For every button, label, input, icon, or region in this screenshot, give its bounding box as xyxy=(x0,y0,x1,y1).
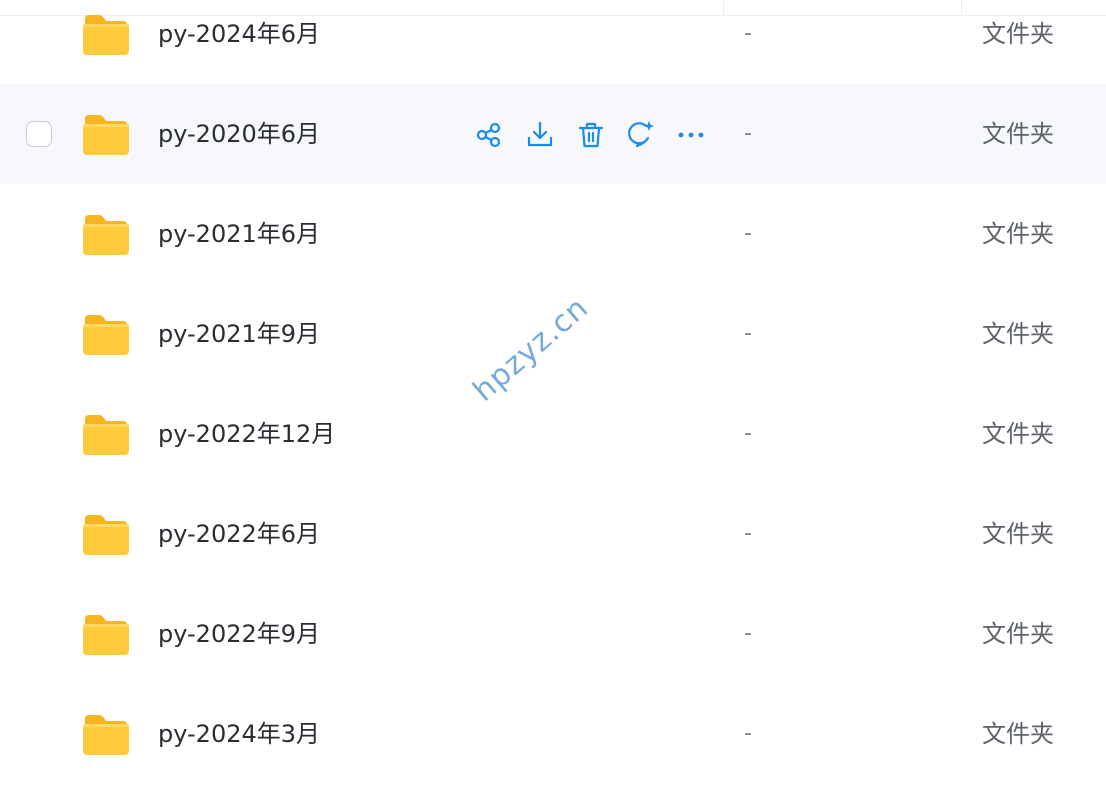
file-size: - xyxy=(744,321,752,346)
file-list: py-2024年6月 - 文件夹 py-2020年6月 - 文件夹 py-202… xyxy=(0,0,1106,784)
file-name[interactable]: py-2021年6月 xyxy=(158,184,320,284)
file-size: - xyxy=(744,21,752,46)
file-type: 文件夹 xyxy=(982,720,1054,748)
file-row[interactable]: py-2021年6月 - 文件夹 xyxy=(0,184,1106,284)
file-type: 文件夹 xyxy=(982,20,1054,48)
folder-icon xyxy=(82,414,130,456)
folder-icon xyxy=(82,714,130,756)
file-name[interactable]: py-2021年9月 xyxy=(158,284,320,384)
delete-icon[interactable] xyxy=(576,120,606,150)
file-size: - xyxy=(744,121,752,146)
more-icon[interactable] xyxy=(676,120,706,150)
file-size: - xyxy=(744,221,752,246)
file-row[interactable]: py-2022年6月 - 文件夹 xyxy=(0,484,1106,584)
ai-chat-icon[interactable] xyxy=(626,120,656,150)
file-name[interactable]: py-2024年3月 xyxy=(158,684,320,784)
file-type: 文件夹 xyxy=(982,520,1054,548)
file-size: - xyxy=(744,721,752,746)
file-type: 文件夹 xyxy=(982,120,1054,148)
file-size: - xyxy=(744,621,752,646)
file-row[interactable]: py-2020年6月 - 文件夹 xyxy=(0,84,1106,184)
folder-icon xyxy=(82,14,130,56)
file-name[interactable]: py-2022年12月 xyxy=(158,384,335,484)
file-row[interactable]: py-2022年12月 - 文件夹 xyxy=(0,384,1106,484)
file-size: - xyxy=(744,521,752,546)
file-list-page: py-2024年6月 - 文件夹 py-2020年6月 - 文件夹 py-202… xyxy=(0,0,1106,793)
folder-icon xyxy=(82,314,130,356)
file-size: - xyxy=(744,421,752,446)
download-icon[interactable] xyxy=(525,120,555,150)
file-type: 文件夹 xyxy=(982,320,1054,348)
file-name[interactable]: py-2022年9月 xyxy=(158,584,320,684)
file-row[interactable]: py-2024年3月 - 文件夹 xyxy=(0,684,1106,784)
file-name[interactable]: py-2024年6月 xyxy=(158,0,320,84)
folder-icon xyxy=(82,114,130,156)
share-icon[interactable] xyxy=(474,120,504,150)
file-type: 文件夹 xyxy=(982,620,1054,648)
file-type: 文件夹 xyxy=(982,220,1054,248)
folder-icon xyxy=(82,514,130,556)
folder-icon xyxy=(82,214,130,256)
file-name[interactable]: py-2020年6月 xyxy=(158,84,320,184)
folder-icon xyxy=(82,614,130,656)
file-type: 文件夹 xyxy=(982,420,1054,448)
file-row[interactable]: py-2022年9月 - 文件夹 xyxy=(0,584,1106,684)
row-checkbox[interactable] xyxy=(26,121,52,147)
file-row[interactable]: py-2024年6月 - 文件夹 xyxy=(0,0,1106,84)
file-name[interactable]: py-2022年6月 xyxy=(158,484,320,584)
